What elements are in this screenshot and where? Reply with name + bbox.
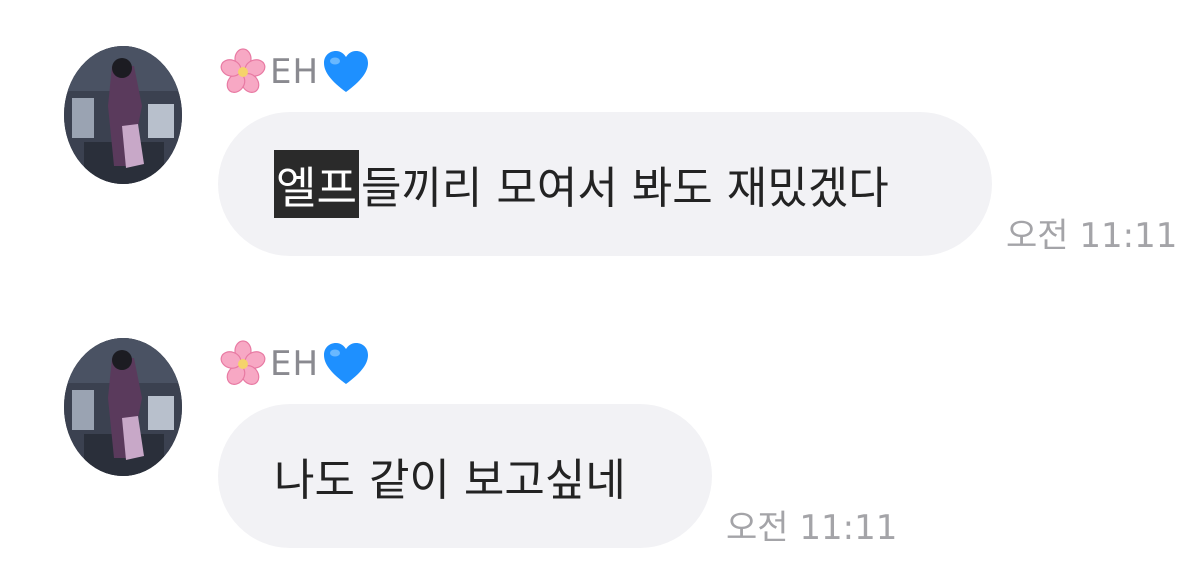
sender-name: EH bbox=[218, 338, 371, 390]
sender-name-text: EH bbox=[270, 52, 320, 92]
message-bubble[interactable]: 나도 같이 보고싶네 bbox=[218, 404, 712, 548]
highlighted-text: 엘프 bbox=[274, 150, 359, 218]
cherry-blossom-icon bbox=[218, 339, 268, 389]
message-timestamp: 오전 11:11 bbox=[1006, 216, 1178, 256]
message-text: 나도 같이 보고싶네 bbox=[274, 455, 626, 506]
sender-name-text: EH bbox=[270, 344, 320, 384]
message-bubble[interactable]: 엘프 들끼리 모여서 봐도 재밌겠다 bbox=[218, 112, 992, 256]
message-text: 들끼리 모여서 봐도 재밌겠다 bbox=[360, 163, 889, 214]
message-timestamp: 오전 11:11 bbox=[726, 508, 898, 548]
message-row: EH 나도 같이 보고싶네 오전 11:11 bbox=[0, 292, 1200, 567]
chat-view: EH 엘프 들끼리 모여서 봐도 재밌겠다 오전 11:11 EH 나도 같이 … bbox=[0, 0, 1200, 567]
message-row: EH 엘프 들끼리 모여서 봐도 재밌겠다 오전 11:11 bbox=[0, 0, 1200, 290]
avatar[interactable] bbox=[64, 46, 182, 184]
cherry-blossom-icon bbox=[218, 47, 268, 97]
avatar[interactable] bbox=[64, 338, 182, 476]
blue-heart-icon bbox=[321, 339, 371, 389]
blue-heart-icon bbox=[321, 47, 371, 97]
sender-name: EH bbox=[218, 46, 371, 98]
